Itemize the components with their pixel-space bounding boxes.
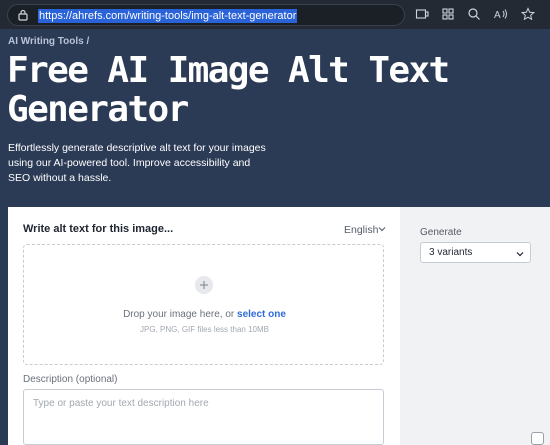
chevron-down-icon <box>516 252 524 257</box>
select-file-link[interactable]: select one <box>237 309 286 320</box>
variants-value: 3 variants <box>429 247 473 258</box>
description-input[interactable]: Type or paste your text description here <box>23 389 384 445</box>
widget-icon[interactable] <box>531 432 544 445</box>
image-dropzone[interactable]: Drop your image here, or select one JPG,… <box>23 244 384 365</box>
plus-icon[interactable] <box>195 276 213 294</box>
file-type-hint: JPG, PNG, GIF files less than 10MB <box>140 325 269 334</box>
dropzone-text: Drop your image here, or select one <box>24 309 385 320</box>
tab-icon[interactable] <box>415 7 429 21</box>
page-title: Free AI Image Alt Text Generator <box>7 50 450 130</box>
zoom-icon[interactable] <box>467 7 481 21</box>
url-text[interactable]: https://ahrefs.com/writing-tools/img-alt… <box>38 9 298 23</box>
read-aloud-icon[interactable]: A <box>494 7 508 21</box>
dropzone-prompt: Drop your image here, or <box>123 309 235 320</box>
tool-heading: Write alt text for this image... <box>23 223 174 235</box>
lock-icon[interactable] <box>17 9 29 21</box>
grid-icon[interactable] <box>441 7 455 21</box>
description-placeholder: Type or paste your text description here <box>33 398 209 409</box>
address-bar[interactable]: https://ahrefs.com/writing-tools/img-alt… <box>7 4 405 26</box>
generate-label: Generate <box>420 227 462 238</box>
description-label: Description (optional) <box>23 374 118 385</box>
page-description: Effortlessly generate descriptive alt te… <box>8 142 266 184</box>
variants-select[interactable]: 3 variants <box>420 242 531 263</box>
svg-text:A: A <box>494 10 501 21</box>
alt-text-tool-card: Write alt text for this image... English… <box>8 207 400 445</box>
breadcrumb[interactable]: AI Writing Tools / <box>8 36 89 47</box>
chevron-down-icon[interactable] <box>378 225 386 233</box>
favorite-icon[interactable] <box>521 7 535 21</box>
language-select[interactable]: English <box>344 224 378 236</box>
options-sidebar: Generate 3 variants <box>400 207 550 445</box>
hero-section: AI Writing Tools / Free AI Image Alt Tex… <box>0 29 550 207</box>
browser-toolbar: https://ahrefs.com/writing-tools/img-alt… <box>0 0 550 29</box>
